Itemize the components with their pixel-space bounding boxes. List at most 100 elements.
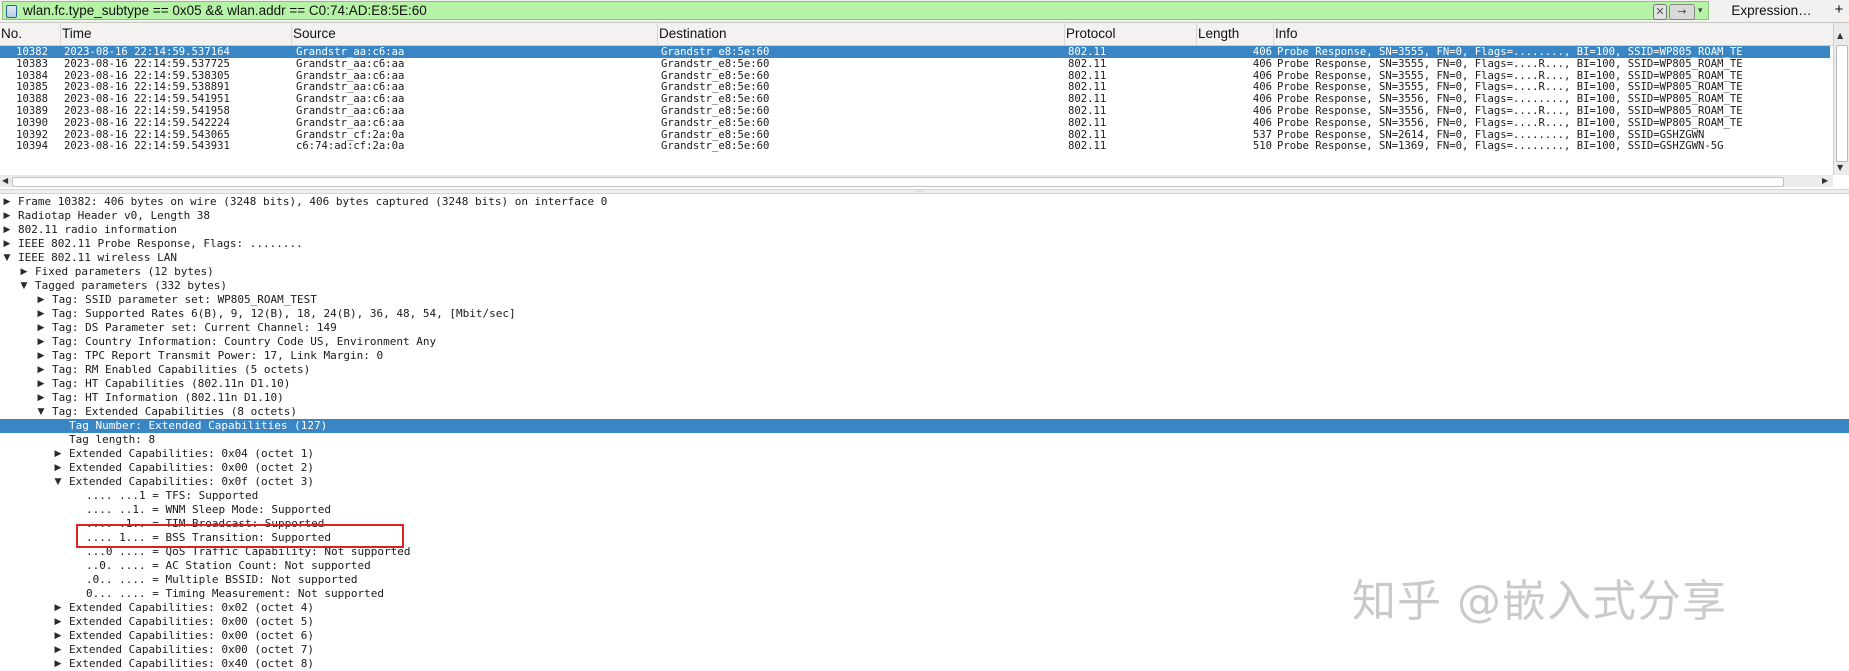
tree-item[interactable]: ▶ Extended Capabilities: 0x00 (octet 2)	[0, 461, 1849, 475]
filter-bookmark-icon[interactable]	[6, 5, 17, 18]
packet-row[interactable]: 10383 2023-08-16 22:14:59.537725 Grandstr_…	[0, 58, 1830, 70]
tree-item[interactable]: ▶ Tag: TPC Report Transmit Power: 17, Lin…	[0, 349, 1849, 363]
packet-cell-no: 10385	[16, 81, 48, 94]
splitter-grip-icon[interactable]: ·····	[915, 189, 925, 195]
vertical-scroll-thumb[interactable]	[1836, 45, 1848, 162]
packet-list: No. Time Source Destination Protocol Len…	[0, 23, 1849, 187]
tree-item[interactable]: ▼ Tagged parameters (332 bytes)	[0, 279, 1849, 293]
tree-item[interactable]: Tag length: 8	[0, 433, 1849, 447]
expand-arrow-icon[interactable]: ▶	[52, 615, 64, 629]
expand-arrow-icon[interactable]: ▶	[52, 629, 64, 643]
tree-item[interactable]: Tag Number: Extended Capabilities (127)	[0, 419, 1849, 433]
expand-arrow-icon[interactable]: ▶	[35, 363, 47, 377]
tree-item[interactable]: ▼ IEEE 802.11 wireless LAN	[0, 251, 1849, 265]
tree-item-label: Extended Capabilities: 0x00 (octet 5)	[69, 615, 315, 628]
packet-cell-protocol: 802.11	[1068, 69, 1107, 82]
tree-item[interactable]: ▶ Frame 10382: 406 bytes on wire (3248 bi…	[0, 195, 1849, 209]
packet-row[interactable]: 10382 2023-08-16 22:14:59.537164 Grandstr_…	[0, 46, 1830, 58]
tree-item[interactable]: ▼ Extended Capabilities: 0x0f (octet 3)	[0, 475, 1849, 489]
tree-item[interactable]: ▶ Extended Capabilities: 0x00 (octet 7)	[0, 643, 1849, 657]
expand-arrow-icon[interactable]: ▶	[35, 377, 47, 391]
column-header-protocol[interactable]: Protocol	[1065, 23, 1197, 45]
scroll-up-arrow-icon[interactable]: ▲	[1837, 31, 1843, 40]
scroll-down-arrow-icon[interactable]: ▼	[1837, 163, 1843, 172]
clear-filter-button[interactable]: ✕	[1653, 4, 1667, 20]
tree-item[interactable]: ▶ Fixed parameters (12 bytes)	[0, 265, 1849, 279]
tree-item-label: Extended Capabilities: 0x00 (octet 7)	[69, 643, 315, 656]
collapse-arrow-icon[interactable]: ▼	[1, 251, 13, 265]
collapse-arrow-icon[interactable]: ▼	[18, 279, 30, 293]
tree-item-label: Fixed parameters (12 bytes)	[35, 265, 214, 278]
display-filter-input[interactable]: wlan.fc.type_subtype == 0x05 && wlan.add…	[2, 1, 1709, 20]
tree-item[interactable]: ▶ Tag: SSID parameter set: WP805_ROAM_TES…	[0, 293, 1849, 307]
packet-row[interactable]: 10385 2023-08-16 22:14:59.538891 Grandstr_…	[0, 81, 1830, 93]
column-header-destination[interactable]: Destination	[658, 23, 1065, 45]
expand-arrow-icon[interactable]: ▶	[35, 293, 47, 307]
expand-arrow-icon[interactable]: ▶	[35, 307, 47, 321]
expand-arrow-icon[interactable]: ▶	[52, 643, 64, 657]
packet-cell-time: 2023-08-16 22:14:59.538305	[64, 69, 230, 82]
tree-item-label: Tagged parameters (332 bytes)	[35, 279, 228, 292]
expand-arrow-icon[interactable]: ▶	[1, 195, 13, 209]
tree-item[interactable]: ▶ Tag: Supported Rates 6(B), 9, 12(B), 18…	[0, 307, 1849, 321]
packet-cell-destination: Grandstr_e8:5e:60	[661, 93, 770, 106]
packet-row[interactable]: 10392 2023-08-16 22:14:59.543065 Grandstr_…	[0, 129, 1830, 141]
tree-item[interactable]: .... ...1 = TFS: Supported	[0, 489, 1849, 503]
tree-item[interactable]: ▶ 802.11 radio information	[0, 223, 1849, 237]
expand-arrow-icon[interactable]: ▶	[52, 601, 64, 615]
tree-item[interactable]: ▼ Tag: Extended Capabilities (8 octets)	[0, 405, 1849, 419]
expand-arrow-icon[interactable]: ▶	[35, 349, 47, 363]
tree-item[interactable]: ▶ Extended Capabilities: 0x04 (octet 1)	[0, 447, 1849, 461]
collapse-arrow-icon[interactable]: ▼	[35, 405, 47, 419]
column-header-time[interactable]: Time	[61, 23, 292, 45]
packet-cell-no: 10384	[16, 69, 48, 82]
expand-arrow-icon[interactable]: ▶	[1, 237, 13, 251]
expand-arrow-icon[interactable]: ▶	[52, 447, 64, 461]
packet-row[interactable]: 10384 2023-08-16 22:14:59.538305 Grandstr_…	[0, 70, 1830, 82]
pane-splitter[interactable]: ·····	[0, 189, 1849, 195]
packet-cell-source: Grandstr_aa:c6:aa	[296, 69, 405, 82]
packet-row[interactable]: 10388 2023-08-16 22:14:59.541951 Grandstr_…	[0, 93, 1830, 105]
scroll-right-arrow-icon[interactable]: ▶	[1822, 176, 1828, 185]
packet-cell-time: 2023-08-16 22:14:59.537725	[64, 57, 230, 70]
expand-arrow-icon[interactable]: ▶	[1, 223, 13, 237]
expand-arrow-icon[interactable]: ▶	[35, 391, 47, 405]
filter-history-dropdown-icon[interactable]: ▾	[1698, 4, 1710, 20]
add-filter-button[interactable]: +	[1831, 1, 1847, 20]
packet-row[interactable]: 10389 2023-08-16 22:14:59.541958 Grandstr_…	[0, 105, 1830, 117]
expand-arrow-icon[interactable]: ▶	[52, 461, 64, 475]
tree-item[interactable]: ▶ Tag: RM Enabled Capabilities (5 octets)	[0, 363, 1849, 377]
collapse-arrow-icon[interactable]: ▼	[52, 475, 64, 489]
packet-row[interactable]: 10390 2023-08-16 22:14:59.542224 Grandstr_…	[0, 117, 1830, 129]
tree-item[interactable]: ▶ Radiotap Header v0, Length 38	[0, 209, 1849, 223]
expand-arrow-icon[interactable]: ▶	[35, 321, 47, 335]
column-header-length[interactable]: Length	[1197, 23, 1274, 45]
expression-button[interactable]: Expression…	[1714, 1, 1829, 20]
expand-arrow-icon[interactable]: ▶	[35, 335, 47, 349]
packet-cell-source: Grandstr_aa:c6:aa	[296, 93, 405, 106]
column-header-no[interactable]: No.	[0, 23, 61, 45]
packet-list-vertical-scrollbar[interactable]: ▲ ▼	[1833, 23, 1849, 175]
expand-arrow-icon[interactable]: ▶	[18, 265, 30, 279]
packet-cell-protocol: 802.11	[1068, 93, 1107, 106]
scroll-left-arrow-icon[interactable]: ◀	[2, 176, 8, 185]
tree-item[interactable]: ▶ Tag: DS Parameter set: Current Channel:…	[0, 321, 1849, 335]
annotation-highlight-box	[76, 524, 404, 548]
packet-cell-no: 10394	[16, 140, 48, 153]
tree-item[interactable]: ▶ IEEE 802.11 Probe Response, Flags: ....…	[0, 237, 1849, 251]
packet-list-horizontal-scrollbar[interactable]: ◀ ▶	[0, 175, 1833, 187]
tree-item[interactable]: ▶ Extended Capabilities: 0x00 (octet 6)	[0, 629, 1849, 643]
packet-cell-destination: Grandstr_e8:5e:60	[661, 81, 770, 94]
packet-cell-protocol: 802.11	[1068, 104, 1107, 117]
packet-cell-length: 406	[1252, 81, 1272, 94]
column-header-info[interactable]: Info	[1274, 23, 1833, 45]
tree-item[interactable]: .... ..1. = WNM Sleep Mode: Supported	[0, 503, 1849, 517]
horizontal-scroll-thumb[interactable]	[12, 177, 1784, 187]
column-header-source[interactable]: Source	[292, 23, 658, 45]
tree-item[interactable]: ▶ Tag: Country Information: Country Code …	[0, 335, 1849, 349]
tree-item[interactable]: ▶ Tag: HT Capabilities (802.11n D1.10)	[0, 377, 1849, 391]
packet-row[interactable]: 10394 2023-08-16 22:14:59.543931 c6:74:ad:…	[0, 140, 1830, 152]
expand-arrow-icon[interactable]: ▶	[1, 209, 13, 223]
apply-filter-button[interactable]: →	[1669, 4, 1695, 20]
tree-item[interactable]: ▶ Tag: HT Information (802.11n D1.10)	[0, 391, 1849, 405]
